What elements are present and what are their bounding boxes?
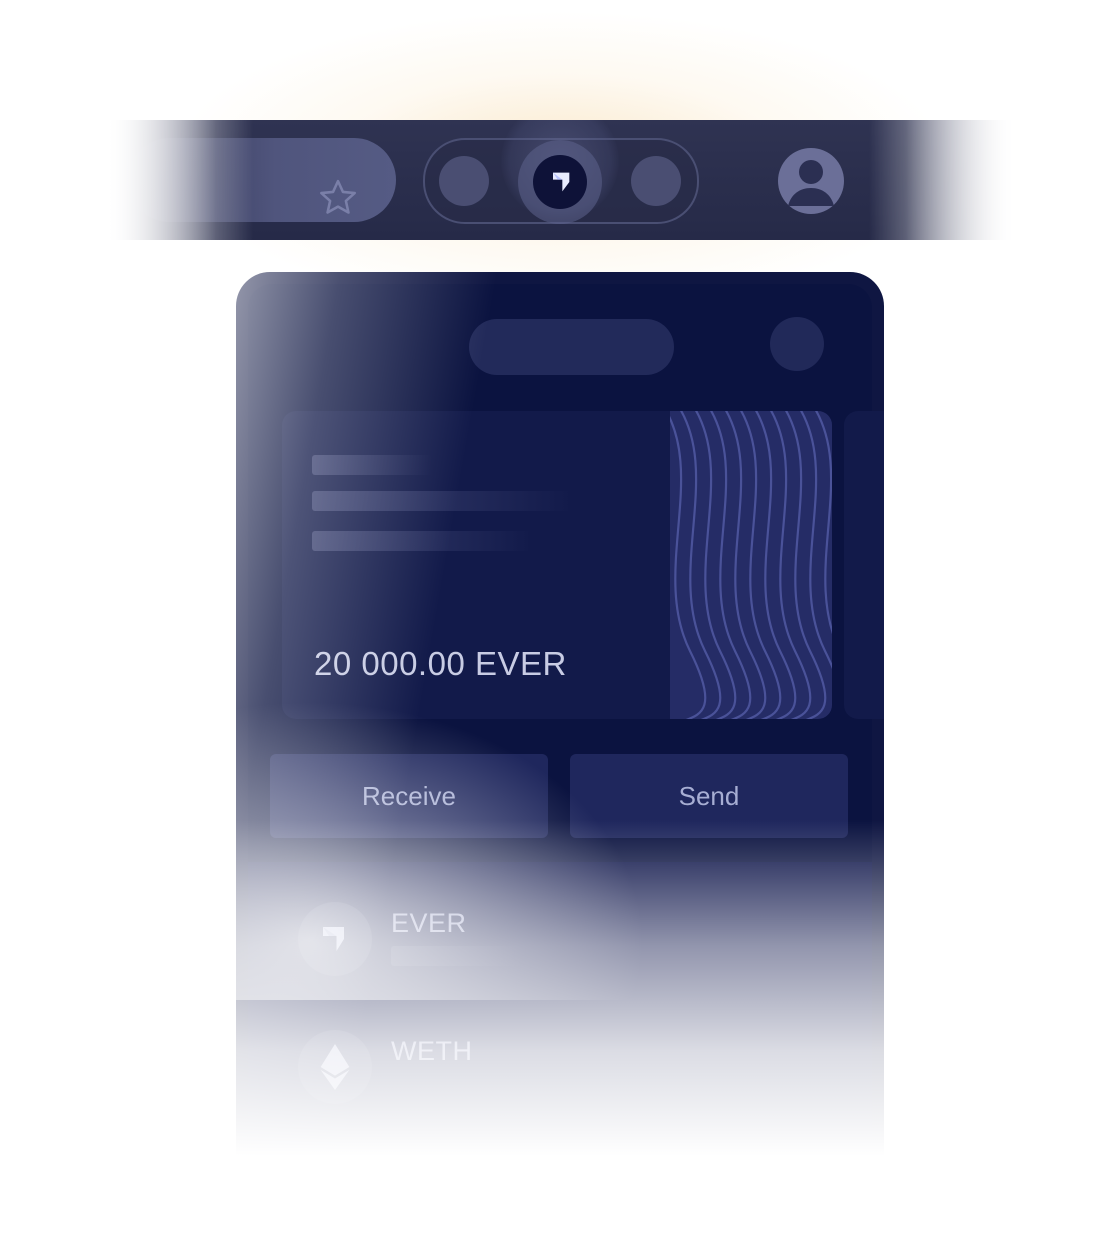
next-account-card[interactable] bbox=[844, 411, 884, 719]
extension-slot[interactable] bbox=[631, 156, 681, 206]
token-row-ever[interactable]: EVER bbox=[298, 902, 798, 982]
token-name: EVER bbox=[391, 908, 467, 938]
token-amount-placeholder bbox=[391, 946, 521, 966]
card-wave-pattern bbox=[664, 411, 832, 719]
token-row-weth[interactable]: WETH bbox=[298, 1030, 798, 1110]
ever-wallet-icon bbox=[553, 172, 570, 192]
ever-icon bbox=[298, 902, 372, 976]
balance-amount: 20 000.00 EVER bbox=[314, 645, 567, 682]
account-selector[interactable] bbox=[469, 319, 674, 375]
star-icon[interactable] bbox=[316, 176, 360, 220]
wave-pattern bbox=[664, 411, 832, 719]
account-name-placeholder bbox=[312, 455, 432, 475]
wallet-popup: 20 000.00 EVER Receive Send EVER WETH bbox=[236, 272, 884, 1192]
address-placeholder bbox=[312, 491, 572, 511]
receive-button[interactable]: Receive bbox=[270, 754, 548, 838]
settings-button[interactable] bbox=[770, 317, 824, 371]
ever-wallet-extension-button[interactable] bbox=[533, 155, 587, 209]
address-placeholder bbox=[312, 531, 532, 551]
account-card[interactable]: 20 000.00 EVER bbox=[282, 411, 832, 719]
ethereum-icon bbox=[298, 1030, 372, 1104]
user-avatar-icon bbox=[788, 160, 834, 206]
profile-button[interactable] bbox=[778, 148, 844, 214]
token-name: WETH bbox=[391, 1036, 473, 1066]
browser-toolbar bbox=[108, 102, 1014, 240]
token-list: EVER WETH bbox=[248, 862, 872, 1192]
address-bar[interactable] bbox=[128, 138, 396, 222]
extension-slot[interactable] bbox=[439, 156, 489, 206]
send-button[interactable]: Send bbox=[570, 754, 848, 838]
